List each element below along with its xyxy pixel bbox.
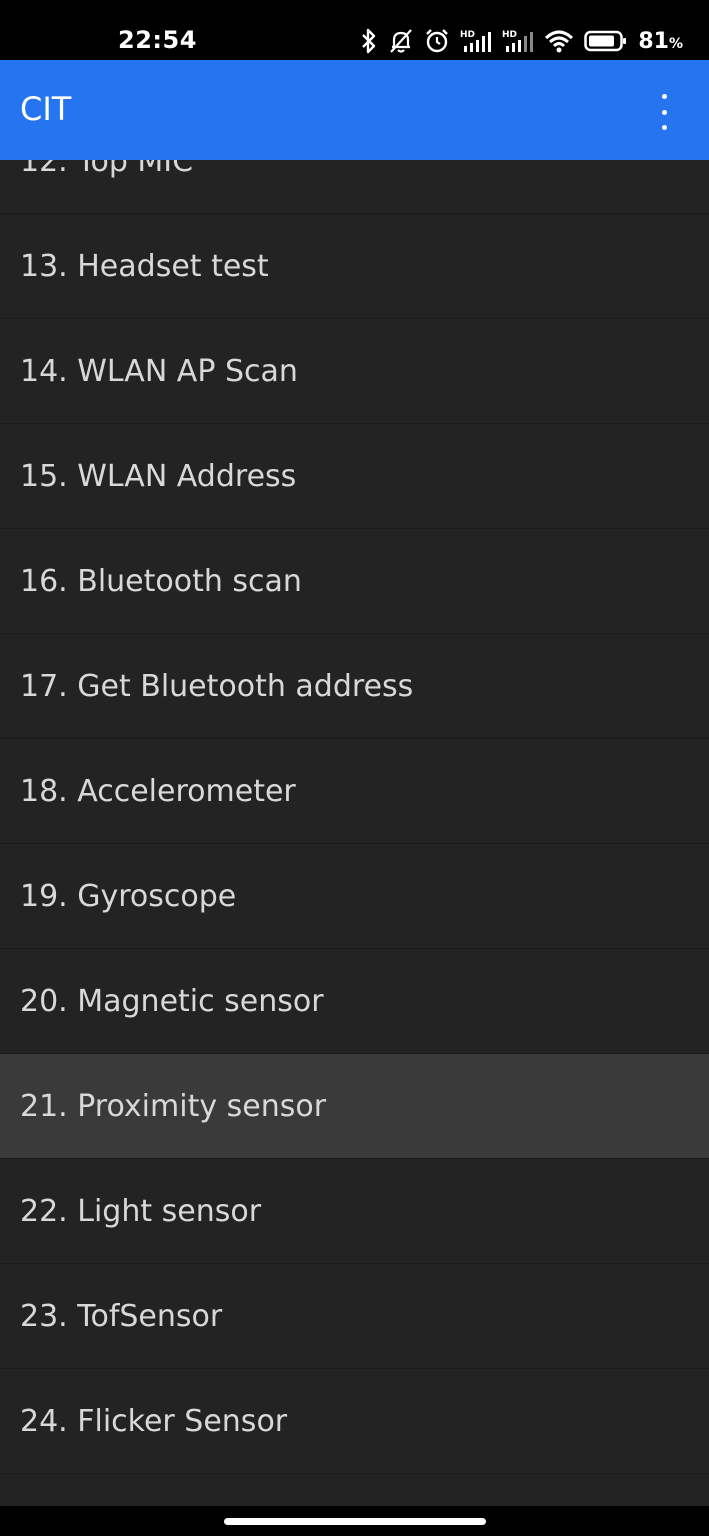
- list-item-label: 18. Accelerometer: [20, 773, 296, 809]
- list-item[interactable]: 24. Flicker Sensor: [0, 1369, 709, 1474]
- status-icons: HD HD 81%: [360, 24, 683, 58]
- list-item[interactable]: 16. Bluetooth scan: [0, 529, 709, 634]
- home-indicator[interactable]: [224, 1518, 486, 1525]
- battery-icon: [584, 29, 628, 53]
- list-item[interactable]: 20. Magnetic sensor: [0, 949, 709, 1054]
- list-item-label: 14. WLAN AP Scan: [20, 353, 298, 389]
- battery-percent: 81%: [638, 28, 683, 54]
- status-time: 22:54: [118, 26, 197, 54]
- list-item[interactable]: 17. Get Bluetooth address: [0, 634, 709, 739]
- list-item[interactable]: 15. WLAN Address: [0, 424, 709, 529]
- list-item[interactable]: 19. Gyroscope: [0, 844, 709, 949]
- test-list[interactable]: 12. Top MIC 13. Headset test 14. WLAN AP…: [0, 160, 709, 1506]
- list-item-label: 20. Magnetic sensor: [20, 983, 324, 1019]
- status-bar: 22:54 HD HD 81%: [0, 0, 709, 60]
- list-item-label: 13. Headset test: [20, 248, 269, 284]
- svg-text:HD: HD: [502, 30, 517, 40]
- list-item[interactable]: 18. Accelerometer: [0, 739, 709, 844]
- list-item[interactable]: 22. Light sensor: [0, 1159, 709, 1264]
- app-title: CIT: [20, 90, 72, 128]
- hd-signal-icon: HD: [460, 28, 492, 54]
- list-item-selected[interactable]: 21. Proximity sensor: [0, 1054, 709, 1159]
- wifi-icon: [544, 28, 574, 54]
- list-item-label: 12. Top MIC: [20, 160, 194, 179]
- list-item-label: 24. Flicker Sensor: [20, 1403, 288, 1439]
- alarm-icon: [424, 28, 450, 54]
- list-item-label: 19. Gyroscope: [20, 878, 237, 914]
- list-item-label: 23. TofSensor: [20, 1298, 223, 1334]
- svg-text:HD: HD: [460, 30, 475, 40]
- list-item[interactable]: 13. Headset test: [0, 214, 709, 319]
- app-bar: CIT: [0, 60, 709, 160]
- list-item-label: 15. WLAN Address: [20, 458, 297, 494]
- list-item[interactable]: 23. TofSensor: [0, 1264, 709, 1369]
- more-vert-icon[interactable]: [649, 92, 679, 132]
- hd-signal-icon: HD: [502, 28, 534, 54]
- list-item-label: 17. Get Bluetooth address: [20, 668, 414, 704]
- list-item-label: 16. Bluetooth scan: [20, 563, 302, 599]
- bluetooth-icon: [360, 28, 378, 54]
- bell-off-icon: [388, 28, 414, 54]
- navigation-bar: [0, 1506, 709, 1536]
- list-item-label: 21. Proximity sensor: [20, 1088, 327, 1124]
- list-item-label: 22. Light sensor: [20, 1193, 262, 1229]
- list-item[interactable]: 12. Top MIC: [0, 160, 709, 214]
- list-item[interactable]: 14. WLAN AP Scan: [0, 319, 709, 424]
